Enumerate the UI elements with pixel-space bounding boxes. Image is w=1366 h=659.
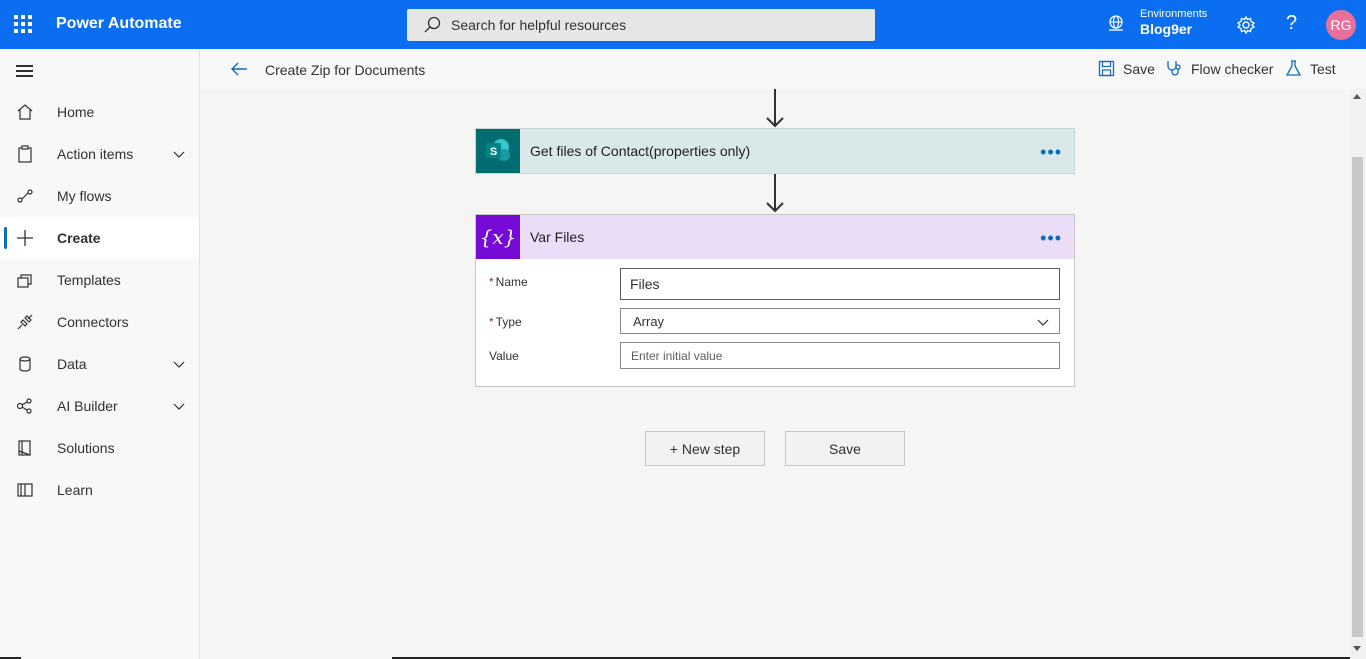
connector-icon <box>17 314 33 330</box>
gear-icon[interactable] <box>1236 15 1256 35</box>
app-title[interactable]: Power Automate <box>56 15 182 33</box>
book-icon <box>17 483 33 497</box>
name-field[interactable]: Files <box>620 268 1060 300</box>
sidebar-item-templates[interactable]: Templates <box>0 259 199 301</box>
sidebar-item-label: Templates <box>57 272 121 288</box>
sidebar-item-learn[interactable]: Learn <box>0 469 199 511</box>
flow-icon <box>17 189 33 203</box>
save-button[interactable]: Save <box>785 431 905 466</box>
sidebar-item-label: AI Builder <box>57 398 118 414</box>
scrollbar-thumb[interactable] <box>1352 157 1363 637</box>
flask-icon <box>1285 60 1302 76</box>
top-bar: Power Automate Search for helpful resour… <box>0 0 1366 49</box>
sidebar-item-label: Create <box>57 230 101 246</box>
sidebar-item-connectors[interactable]: Connectors <box>0 301 199 343</box>
sidebar-item-label: Home <box>57 104 95 120</box>
flow-checker-button[interactable]: Flow checker <box>1166 60 1273 77</box>
flow-name: Create Zip for Documents <box>265 62 426 78</box>
sidebar-item-solutions[interactable]: Solutions <box>0 427 199 469</box>
chevron-down-icon[interactable] <box>172 399 186 413</box>
step-title: Var Files <box>530 229 585 245</box>
flow-checker-label: Flow checker <box>1191 60 1274 77</box>
test-label: Test <box>1310 60 1336 77</box>
plus-icon <box>17 230 33 246</box>
sidebar-item-data[interactable]: Data <box>0 343 199 385</box>
hamburger-menu-icon[interactable] <box>16 65 33 77</box>
chevron-down-icon[interactable] <box>172 357 186 371</box>
chevron-down-icon[interactable] <box>172 147 186 161</box>
sidebar-item-label: Data <box>57 356 87 372</box>
step-get-files[interactable]: S Get files of Contact(properties only) … <box>475 128 1075 174</box>
environment-label: Environments <box>1140 8 1208 20</box>
type-dropdown[interactable]: Array <box>620 308 1060 334</box>
chevron-down-icon <box>1037 319 1049 326</box>
database-icon <box>19 356 31 372</box>
search-icon <box>424 16 441 33</box>
sidebar-item-label: Action items <box>57 146 134 162</box>
sidebar-item-home[interactable]: Home <box>0 91 199 133</box>
connector-arrow <box>766 174 784 213</box>
sidebar-item-ai-builder[interactable]: AI Builder <box>0 385 199 427</box>
sharepoint-icon: S <box>476 129 520 173</box>
sidebar: Home Action items My flows Create Templa… <box>0 49 200 659</box>
new-step-button[interactable]: + New step <box>645 431 765 466</box>
ai-builder-icon <box>16 398 32 414</box>
more-options-icon[interactable]: ••• <box>1040 228 1062 249</box>
save-command-button[interactable]: Save <box>1098 60 1155 77</box>
avatar[interactable]: RG <box>1326 10 1356 40</box>
back-arrow-icon[interactable] <box>230 60 248 78</box>
solutions-icon <box>18 440 31 456</box>
search-box[interactable]: Search for helpful resources <box>407 9 875 41</box>
globe-icon <box>1109 14 1123 31</box>
home-icon <box>17 104 33 120</box>
sidebar-item-label: Solutions <box>57 440 115 456</box>
sidebar-item-action-items[interactable]: Action items <box>0 133 199 175</box>
scroll-up-arrow-icon[interactable] <box>1353 94 1361 99</box>
step-header[interactable]: {x} Var Files ••• <box>476 215 1074 259</box>
sharepoint-letter: S <box>490 146 497 158</box>
stethoscope-icon <box>1167 61 1181 76</box>
environment-name: Blog9er <box>1140 21 1193 37</box>
environment-picker[interactable]: Environments Blog9er <box>1106 8 1207 37</box>
app-launcher-icon[interactable] <box>14 15 32 33</box>
step-title: Get files of Contact(properties only) <box>530 143 751 159</box>
clipboard-icon <box>18 145 32 163</box>
help-icon[interactable]: ? <box>1286 12 1297 35</box>
sidebar-item-create[interactable]: Create <box>0 217 199 259</box>
sidebar-item-my-flows[interactable]: My flows <box>0 175 199 217</box>
type-value: Array <box>633 313 665 329</box>
sidebar-item-label: My flows <box>57 188 112 204</box>
command-bar: Create Zip for Documents Save Flow check… <box>200 49 1366 89</box>
templates-icon <box>17 274 32 288</box>
variable-icon: {x} <box>476 215 520 259</box>
value-label: Value <box>489 349 519 363</box>
type-label: * Type <box>489 315 522 329</box>
connector-arrow <box>766 89 784 128</box>
more-options-icon[interactable]: ••• <box>1040 142 1062 163</box>
save-command-label: Save <box>1123 60 1155 77</box>
sidebar-item-label: Connectors <box>57 314 129 330</box>
scroll-down-arrow-icon[interactable] <box>1353 646 1361 651</box>
search-placeholder: Search for helpful resources <box>451 17 627 33</box>
test-button[interactable]: Test <box>1285 60 1336 77</box>
name-label: * Name <box>489 275 528 289</box>
value-input[interactable]: Enter initial value <box>620 342 1060 369</box>
sidebar-item-label: Learn <box>57 482 93 498</box>
save-icon <box>1098 60 1115 77</box>
step-var-files: {x} Var Files ••• * Name Files * Type Arra… <box>475 214 1075 387</box>
